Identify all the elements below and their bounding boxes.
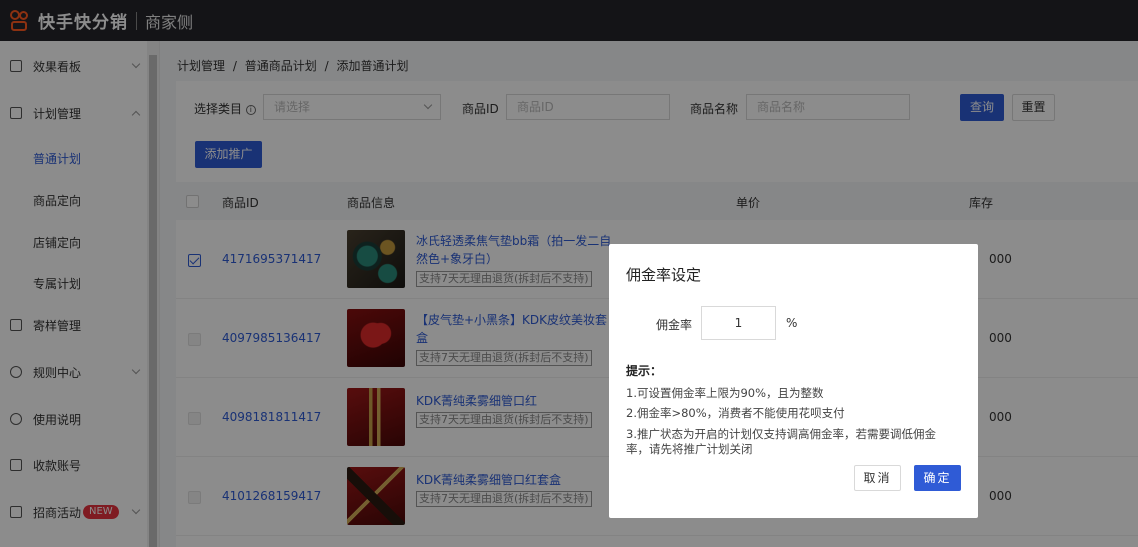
tip-item: 2.佣金率>80%，消费者不能使用花呗支付 xyxy=(626,406,845,420)
cancel-button[interactable]: 取消 xyxy=(854,465,901,491)
dialog-title: 佣金率设定 xyxy=(626,266,702,284)
confirm-button[interactable]: 确定 xyxy=(914,465,961,491)
tip-item: 3.推广状态为开启的计划仅支持调高佣金率，若需要调低佣金率，请先将推广计划关闭 xyxy=(626,427,936,456)
percent-unit: % xyxy=(786,316,798,330)
tips-heading: 提示： xyxy=(626,364,663,378)
commission-rate-input[interactable]: 1 xyxy=(701,306,776,340)
commission-rate-dialog: 佣金率设定 佣金率 1 % 提示： 1.可设置佣金率上限为90%，且为整数 2.… xyxy=(609,244,978,518)
tip-item: 1.可设置佣金率上限为90%，且为整数 xyxy=(626,386,824,400)
commission-rate-label: 佣金率 xyxy=(656,318,693,332)
